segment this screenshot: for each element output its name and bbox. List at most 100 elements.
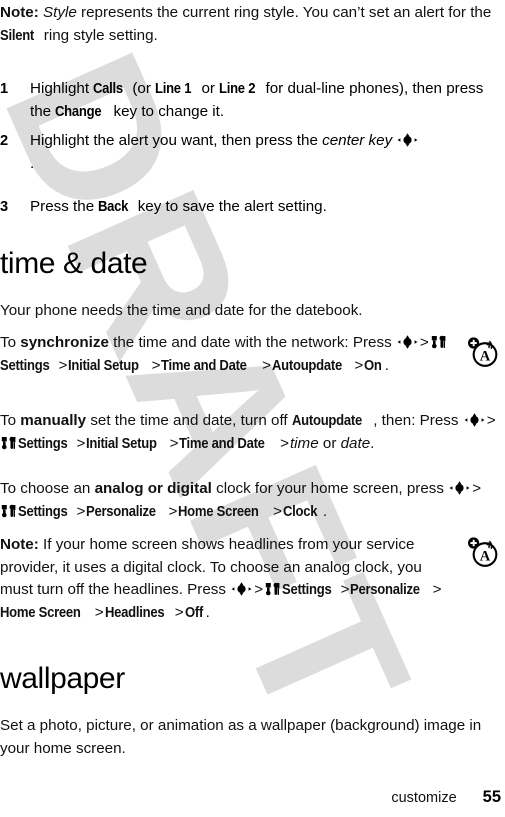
step-3-t1: Press the: [30, 198, 99, 215]
man-t5: .: [370, 434, 375, 452]
man-t4: or: [318, 434, 341, 452]
man-t1: To: [0, 412, 21, 429]
ui-label-off: Off: [184, 603, 203, 621]
note-text-mid: represents the current ring style. You c…: [76, 4, 492, 21]
path-sep: >: [94, 603, 104, 621]
step-2: 2 Highlight the alert you want, then pre…: [0, 130, 420, 175]
ui-label-line-2: Line 2: [219, 80, 256, 97]
ui-label-on: On: [364, 356, 382, 374]
ui-label-autoupdate: Autoupdate: [271, 356, 342, 374]
settings-tools-icon: [1, 435, 16, 449]
path-sep: >: [432, 581, 442, 599]
step-3-body: Press the Back key to save the alert set…: [30, 196, 470, 219]
step-1-t2: (or: [128, 80, 156, 97]
step-2-t3: .: [30, 154, 35, 172]
para-analog-digital: To choose an analog or digital clock for…: [0, 478, 498, 523]
ui-label-autoupdate: Autoupdate: [291, 412, 362, 429]
step-1-t3: or: [197, 80, 220, 97]
ad-t2: clock for your home screen, press: [211, 480, 449, 497]
sync-t3: .: [384, 356, 389, 374]
note-headlines: Note: If your home screen shows headline…: [0, 534, 450, 624]
path-sep: >: [169, 434, 179, 452]
para-wallpaper: Set a photo, picture, or animation as a …: [0, 717, 482, 757]
man-t3: , then: Press: [373, 412, 463, 429]
ui-label-initial-setup: Initial Setup: [86, 434, 158, 452]
bold-manually: manually: [20, 412, 87, 429]
step-3: 3 Press the Back key to save the alert s…: [0, 196, 470, 219]
path-sep: >: [486, 412, 496, 429]
ui-label-home-screen: Home Screen: [0, 603, 81, 621]
ui-label-headlines: Headlines: [104, 603, 165, 621]
para-synchronize: To synchronize the time and date with th…: [0, 332, 465, 377]
path-sep: >: [419, 334, 429, 351]
note-label: Note:: [0, 4, 39, 21]
path-sep: >: [280, 434, 289, 452]
sync-t1: To: [0, 334, 21, 351]
man-t2: set the time and date, turn off: [86, 412, 292, 429]
note-italic-style: Style: [43, 4, 77, 21]
ui-label-personalize: Personalize: [350, 581, 421, 599]
ui-label-settings: Settings: [18, 434, 68, 452]
step-2-t2: [392, 132, 396, 149]
path-sep: >: [273, 502, 283, 520]
center-key-icon: [397, 132, 418, 147]
path-sep: >: [472, 480, 482, 497]
path-sep: >: [76, 502, 86, 520]
ad-t3: .: [322, 502, 328, 520]
path-sep: >: [174, 603, 184, 621]
step-2-body: Highlight the alert you want, then press…: [30, 130, 420, 175]
path-sep: >: [340, 581, 350, 599]
ui-label-silent: Silent: [0, 26, 35, 44]
manual-page: DRAFT Note: Style represents the current…: [0, 0, 505, 817]
network-feature-icon: A: [466, 536, 500, 570]
section-heading-wallpaper: wallpaper: [0, 662, 125, 695]
network-feature-icon: A: [466, 336, 500, 370]
ui-label-home-screen: Home Screen: [178, 502, 260, 520]
italic-time: time: [289, 434, 319, 452]
step-3-t2: key to save the alert setting.: [133, 198, 327, 215]
ui-label-initial-setup: Initial Setup: [68, 356, 140, 374]
step-1-body: Highlight Calls (or Line 1 or Line 2 for…: [30, 78, 490, 123]
page-footer: customize 55: [0, 788, 505, 807]
ui-label-change: Change: [55, 102, 102, 120]
note-text-end: ring style setting.: [39, 26, 158, 44]
footer-section-name: customize: [391, 790, 457, 806]
ui-label-settings: Settings: [18, 502, 68, 520]
step-2-number: 2: [0, 133, 9, 149]
page-content: Note: Style represents the current ring …: [0, 0, 505, 817]
ui-label-settings: Settings: [282, 581, 332, 599]
path-sep: >: [354, 356, 364, 374]
ui-label-clock: Clock: [283, 502, 318, 520]
step-1-number: 1: [0, 81, 9, 97]
footer-page-number: 55: [482, 788, 501, 806]
settings-tools-icon: [1, 503, 16, 517]
note-ring-style: Note: Style represents the current ring …: [0, 2, 500, 47]
para-datebook: Your phone needs the time and date for t…: [0, 302, 363, 319]
ui-label-time-and-date: Time and Date: [179, 434, 266, 452]
step-3-number: 3: [0, 199, 9, 215]
sync-t2: the time and date with the network: Pres…: [108, 334, 396, 351]
center-key-icon: [464, 412, 485, 427]
bold-synchronize: synchronize: [20, 334, 109, 351]
step-1-t1: Highlight: [30, 80, 94, 97]
ui-label-back: Back: [98, 198, 129, 215]
path-sep: >: [151, 356, 161, 374]
ui-label-time-and-date: Time and Date: [161, 356, 248, 374]
path-sep: >: [168, 502, 178, 520]
nh-t2: .: [205, 603, 210, 621]
center-key-icon: [449, 480, 470, 495]
step-1-t5: key to change it.: [109, 102, 225, 120]
path-sep: >: [58, 356, 68, 374]
ui-label-calls: Calls: [93, 80, 124, 97]
step-1: 1 Highlight Calls (or Line 1 or Line 2 f…: [0, 78, 490, 123]
path-sep: >: [262, 356, 271, 374]
path-sep: >: [254, 581, 264, 599]
italic-date: date: [340, 434, 371, 452]
svg-text:A: A: [480, 348, 491, 364]
note-label: Note:: [0, 536, 39, 553]
center-key-icon: [231, 581, 252, 596]
step-2-t1: Highlight the alert you want, then press…: [30, 132, 323, 149]
svg-text:A: A: [480, 548, 491, 564]
ui-label-settings: Settings: [0, 356, 50, 374]
section-heading-time-date: time & date: [0, 247, 148, 280]
